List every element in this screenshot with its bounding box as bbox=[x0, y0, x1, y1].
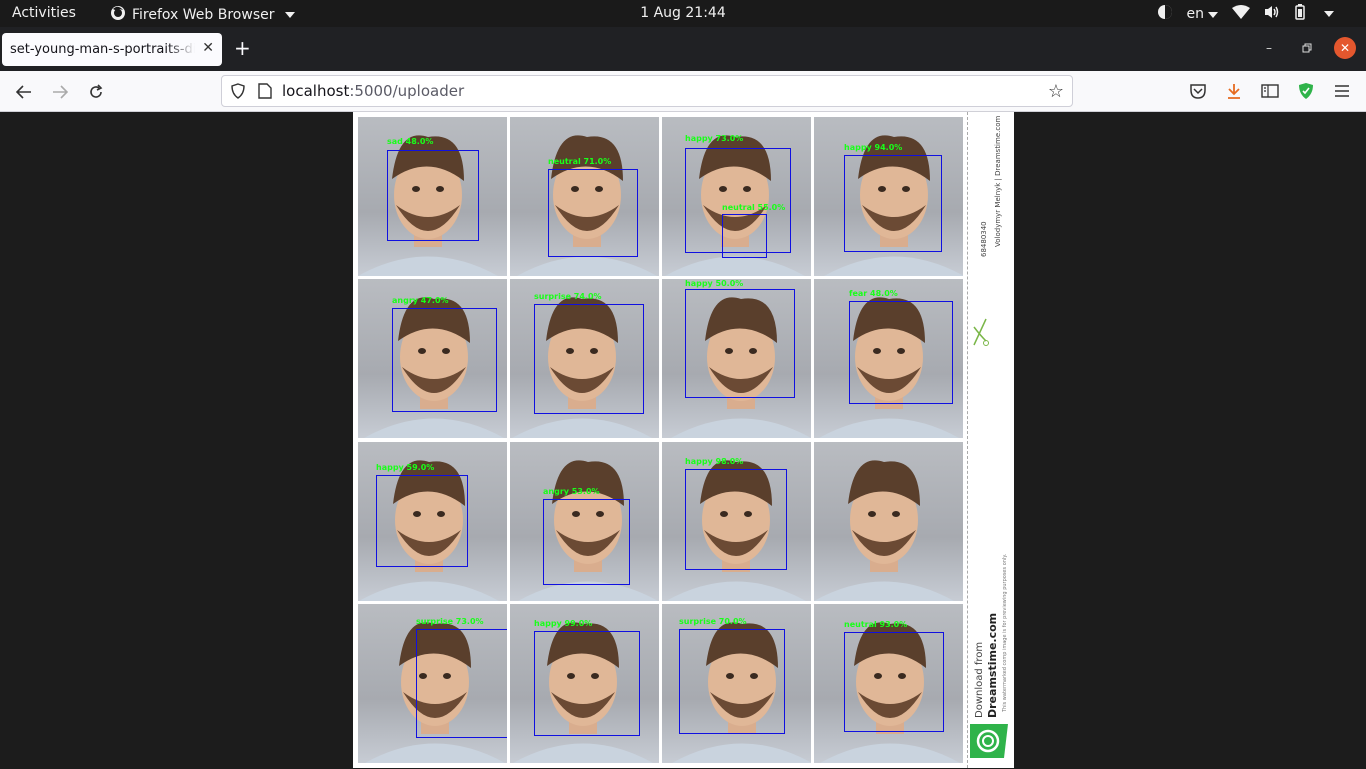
face-detection-box bbox=[685, 289, 795, 398]
portrait-photo bbox=[814, 460, 954, 601]
face-detection-box bbox=[722, 214, 767, 258]
close-tab-icon[interactable]: ✕ bbox=[202, 40, 214, 56]
emotion-label: happy 98.0% bbox=[685, 457, 744, 466]
emotion-label: neutral 93.0% bbox=[844, 620, 908, 629]
face-detection-box bbox=[416, 629, 507, 738]
page-content: sad 48.0% neutral 71.0% happy 73.0% neutral… bbox=[0, 112, 1366, 768]
emotion-label: sad 48.0% bbox=[387, 137, 434, 146]
scissors-icon bbox=[971, 317, 989, 351]
new-tab-button[interactable]: + bbox=[234, 38, 251, 58]
minimize-button[interactable]: – bbox=[1258, 37, 1280, 59]
emotion-label: happy 59.0% bbox=[376, 463, 435, 472]
page-info-icon[interactable] bbox=[258, 83, 272, 99]
window-controls: – ✕ bbox=[1258, 37, 1356, 59]
portrait-cell: surprise 73.0% bbox=[358, 604, 507, 763]
restore-button[interactable] bbox=[1296, 37, 1318, 59]
face-detection-box bbox=[849, 301, 953, 404]
downloads-icon[interactable] bbox=[1224, 81, 1244, 101]
portrait-cell: happy 73.0% neutral 55.0% bbox=[662, 117, 811, 276]
emotion-label: angry 53.0% bbox=[543, 487, 600, 496]
face-detection-box bbox=[543, 499, 630, 585]
tab-strip: set-young-man-s-portraits-di ✕ + – ✕ bbox=[0, 27, 1366, 71]
portrait-cell: angry 47.0% bbox=[358, 279, 507, 438]
emotion-label: surprise 74.0% bbox=[534, 292, 602, 301]
navigation-toolbar: localhost:5000/uploader ☆ bbox=[0, 71, 1366, 112]
face-detection-box bbox=[844, 155, 942, 252]
portrait-cell: neutral 93.0% bbox=[814, 604, 963, 763]
face-detection-box bbox=[534, 304, 644, 414]
extension-shield-icon[interactable] bbox=[1296, 81, 1316, 101]
bookmark-star-icon[interactable]: ☆ bbox=[1048, 81, 1064, 102]
portrait-cell: surprise 74.0% bbox=[510, 279, 659, 438]
forward-button[interactable] bbox=[47, 79, 73, 105]
close-window-button[interactable]: ✕ bbox=[1334, 37, 1356, 59]
back-button[interactable] bbox=[11, 79, 37, 105]
active-tab[interactable]: set-young-man-s-portraits-di ✕ bbox=[2, 33, 222, 66]
system-top-bar: Activities Firefox Web Browser 1 Aug 21:… bbox=[0, 0, 1366, 27]
emotion-label: fear 48.0% bbox=[849, 289, 898, 298]
url-host: localhost bbox=[282, 82, 350, 100]
system-menu-chevron-icon bbox=[1324, 11, 1334, 17]
author-credit: Volodymyr Melnyk | Dreamstime.com bbox=[994, 115, 1002, 247]
wifi-icon bbox=[1232, 5, 1250, 23]
image-id: 68480340 bbox=[980, 221, 988, 257]
battery-icon bbox=[1294, 4, 1306, 24]
portrait-cell: happy 50.0% bbox=[662, 279, 811, 438]
hamburger-menu-icon[interactable] bbox=[1332, 81, 1352, 101]
url-path: :5000/uploader bbox=[349, 82, 465, 100]
url-bar[interactable]: localhost:5000/uploader ☆ bbox=[221, 75, 1073, 107]
face-detection-box bbox=[844, 632, 944, 732]
portrait-grid: sad 48.0% neutral 71.0% happy 73.0% neutral… bbox=[358, 117, 963, 769]
tracking-protection-icon[interactable] bbox=[230, 83, 246, 99]
uploaded-result-image: sad 48.0% neutral 71.0% happy 73.0% neutral… bbox=[353, 112, 1014, 768]
face-detection-box bbox=[376, 475, 468, 567]
language-label: en bbox=[1186, 6, 1205, 22]
brand-name: Dreamstime.com bbox=[986, 612, 999, 718]
emotion-label: angry 47.0% bbox=[392, 296, 449, 305]
emotion-label: happy 73.0% bbox=[685, 134, 744, 143]
system-tray[interactable]: en bbox=[1157, 4, 1334, 24]
reload-button[interactable] bbox=[83, 79, 109, 105]
emotion-label: happy 94.0% bbox=[844, 143, 903, 152]
portrait-cell bbox=[814, 442, 963, 601]
chevron-down-icon bbox=[1208, 12, 1218, 18]
emotion-label: surprise 73.0% bbox=[416, 617, 484, 626]
emotion-label: happy 99.0% bbox=[534, 619, 593, 628]
face-detection-box bbox=[548, 169, 638, 257]
face-detection-box bbox=[679, 629, 785, 734]
face-detection-box bbox=[387, 150, 479, 241]
emotion-label: surprise 70.0% bbox=[679, 617, 747, 626]
emotion-label: happy 50.0% bbox=[685, 279, 744, 288]
face-detection-box bbox=[534, 631, 640, 736]
portrait-cell: fear 48.0% bbox=[814, 279, 963, 438]
portrait-cell: neutral 71.0% bbox=[510, 117, 659, 276]
watermark-disclaimer: This watermarked comp image is for previ… bbox=[1002, 553, 1008, 712]
portrait-cell: happy 94.0% bbox=[814, 117, 963, 276]
download-from-label: Download from bbox=[974, 641, 985, 718]
portrait-cell: sad 48.0% bbox=[358, 117, 507, 276]
watermark-strip: 68480340 Volodymyr Melnyk | Dreamstime.c… bbox=[967, 112, 1014, 768]
emotion-label: neutral 55.0% bbox=[722, 203, 786, 212]
face-detection-box bbox=[392, 308, 497, 412]
portrait-cell: happy 98.0% bbox=[662, 442, 811, 601]
portrait-cell: happy 59.0% bbox=[358, 442, 507, 601]
dreamstime-logo-icon bbox=[970, 724, 1008, 762]
portrait-cell: angry 53.0% bbox=[510, 442, 659, 601]
night-light-icon bbox=[1157, 4, 1173, 24]
portrait-cell: surprise 70.0% bbox=[662, 604, 811, 763]
volume-icon bbox=[1264, 5, 1280, 23]
url-text: localhost:5000/uploader bbox=[282, 82, 464, 100]
language-indicator[interactable]: en bbox=[1186, 6, 1218, 22]
emotion-label: neutral 71.0% bbox=[548, 157, 612, 166]
portrait-cell: happy 99.0% bbox=[510, 604, 659, 763]
face-detection-box bbox=[685, 469, 787, 570]
tab-title: set-young-man-s-portraits-di bbox=[10, 42, 195, 57]
reader-sidebar-icon[interactable] bbox=[1260, 81, 1280, 101]
pocket-icon[interactable] bbox=[1188, 81, 1208, 101]
